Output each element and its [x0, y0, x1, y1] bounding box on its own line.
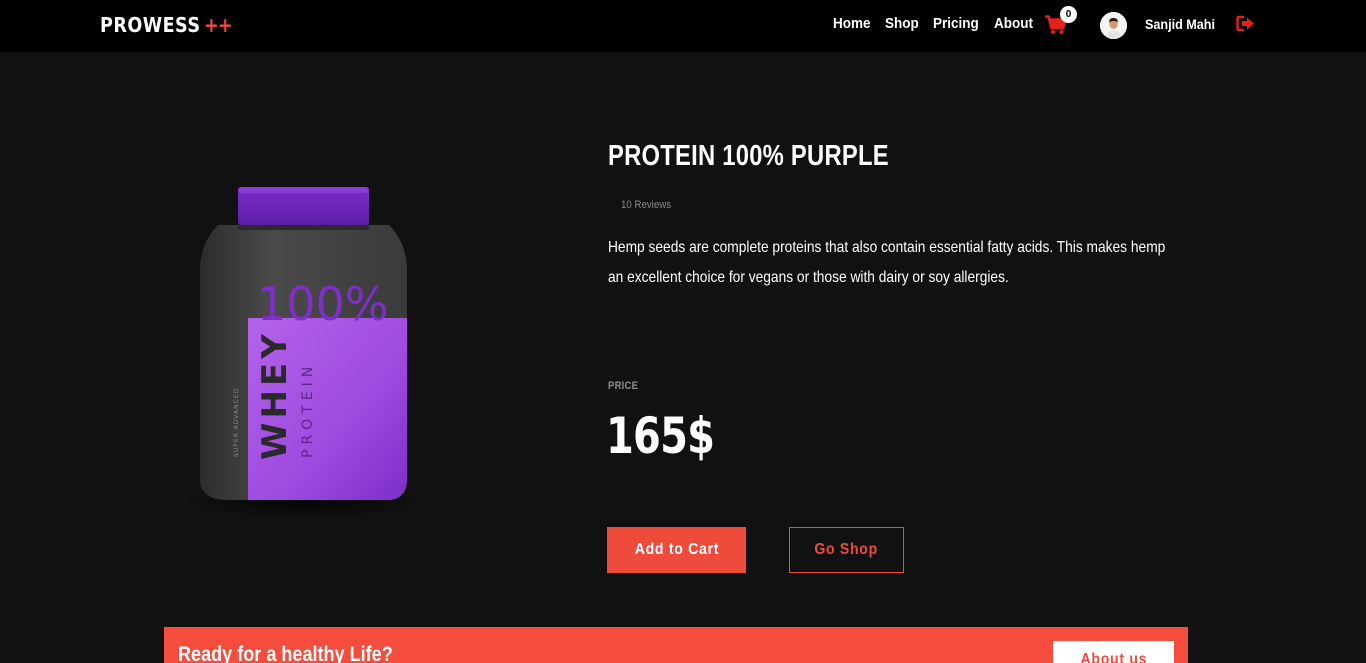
- add-to-cart-label: Add to Cart: [634, 541, 719, 558]
- brand-suffix: ++: [204, 13, 233, 37]
- product-image: 100% WHEY PROTEIN SUPER ADVANCED: [160, 150, 450, 540]
- product-description: Hemp seeds are complete proteins that al…: [608, 239, 1166, 286]
- cart-count-badge: 0: [1060, 6, 1077, 23]
- product-title: PROTEIN 100% PURPLE: [608, 140, 889, 172]
- product-reviews[interactable]: 10 Reviews: [621, 199, 671, 211]
- brand-name: PROWESS: [100, 13, 201, 37]
- nav-link-about[interactable]: About: [994, 15, 1033, 32]
- jar-tag-text: SUPER ADVANCED: [233, 388, 240, 457]
- logout-icon: [1236, 15, 1254, 32]
- price-label: PRICE: [608, 380, 639, 392]
- nav-link-pricing[interactable]: Pricing: [933, 15, 979, 32]
- cart-button[interactable]: 0: [1045, 6, 1079, 39]
- go-shop-label: Go Shop: [814, 541, 879, 558]
- jar-percent-text: 100%: [257, 277, 389, 331]
- navbar: PROWESS ++ Home Shop Pricing About 0 Sanj…: [0, 0, 1366, 52]
- cta-banner-text: Ready for a healthy Life?: [178, 643, 393, 663]
- about-us-button[interactable]: About us: [1053, 641, 1174, 663]
- cta-banner: Ready for a healthy Life? About us: [164, 627, 1188, 663]
- nav-link-shop[interactable]: Shop: [885, 15, 919, 32]
- about-us-label: About us: [1080, 651, 1147, 663]
- avatar[interactable]: [1100, 12, 1127, 39]
- nav-link-home[interactable]: Home: [833, 15, 871, 32]
- protein-jar-illustration: 100% WHEY PROTEIN SUPER ADVANCED: [183, 187, 423, 520]
- user-name[interactable]: Sanjid Mahi: [1145, 16, 1215, 32]
- avatar-image: [1100, 12, 1127, 39]
- jar-sub-text: PROTEIN: [300, 362, 316, 458]
- brand-logo[interactable]: PROWESS ++: [100, 13, 233, 37]
- logout-button[interactable]: [1236, 15, 1255, 37]
- add-to-cart-button[interactable]: Add to Cart: [607, 527, 746, 573]
- go-shop-button[interactable]: Go Shop: [789, 527, 904, 573]
- jar-brand-text: WHEY: [255, 330, 295, 460]
- product-price: 165$: [606, 407, 715, 465]
